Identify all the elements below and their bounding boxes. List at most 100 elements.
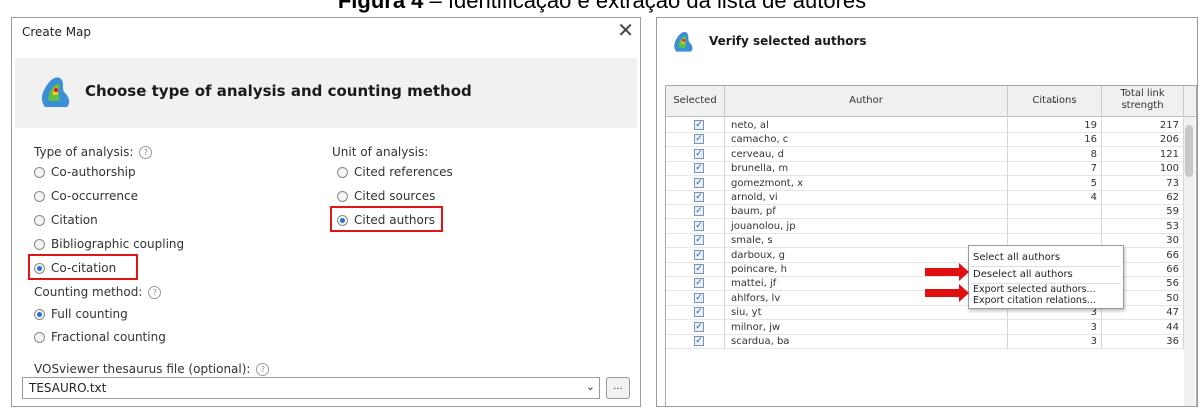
checkbox[interactable]: ✓	[694, 120, 704, 130]
table-row[interactable]: ✓ arnold, vi 4 62	[666, 190, 1196, 205]
author-cell: cerveau, d	[725, 146, 1008, 162]
table-row[interactable]: ✓ scardua, ba 3 36	[666, 334, 1196, 349]
counting-method-label: Counting method:?	[34, 285, 162, 299]
checkbox[interactable]: ✓	[694, 177, 704, 188]
checkbox[interactable]: ✓	[694, 321, 704, 332]
help-icon[interactable]: ?	[148, 286, 162, 299]
menu-item-export-selected[interactable]: Export selected authors...	[973, 284, 1096, 295]
column-header-total-link-strength[interactable]: Total link strength	[1102, 86, 1184, 116]
radio-bibliographic-coupling[interactable]: Bibliographic coupling	[34, 237, 184, 251]
selected-cell: ✓	[666, 262, 725, 277]
author-cell: brunella, m	[725, 161, 1008, 177]
menu-item-deselect-all[interactable]: Deselect all authors	[973, 269, 1073, 280]
author-cell: baum, pf	[725, 204, 1008, 220]
author-cell: siu, yt	[725, 305, 1008, 321]
dialog-header: Verify selected authors	[657, 18, 1197, 78]
create-map-dialog: Create Map ✕ Choose type of analysis and…	[11, 17, 641, 407]
selected-cell: ✓	[666, 132, 725, 148]
checkbox[interactable]: ✓	[694, 134, 704, 145]
citations-cell: 8	[1008, 146, 1102, 162]
strength-cell: 73	[1102, 175, 1184, 191]
selected-cell: ✓	[666, 290, 725, 306]
thesaurus-value: TESAURO.txt	[29, 381, 107, 395]
column-header-author[interactable]: Author	[725, 86, 1008, 116]
unit-of-analysis-label: Unit of analysis:	[332, 145, 429, 159]
strength-cell: 36	[1102, 334, 1184, 349]
table-row[interactable]: ✓ brunella, m 7 100	[666, 161, 1196, 177]
table-row[interactable]: ✓ cerveau, d 8 121	[666, 146, 1196, 162]
citations-cell: 4	[1008, 190, 1102, 205]
author-cell: arnold, vi	[725, 190, 1008, 205]
citations-cell: 16	[1008, 132, 1102, 148]
citations-cell: 7	[1008, 161, 1102, 177]
strength-cell: 206	[1102, 132, 1184, 148]
vosviewer-logo-icon	[41, 77, 70, 107]
author-cell: milnor, jw	[725, 319, 1008, 335]
checkbox[interactable]: ✓	[694, 206, 704, 217]
table-row[interactable]: ✓ jouanolou, jp 53	[666, 218, 1196, 234]
browse-button[interactable]: ...	[606, 377, 630, 399]
checkbox[interactable]: ✓	[694, 307, 704, 318]
highlight-box	[28, 254, 138, 280]
close-icon[interactable]: ✕	[617, 19, 634, 41]
annotation-arrow	[925, 284, 969, 302]
help-icon[interactable]: ?	[139, 146, 153, 159]
thesaurus-label: VOSviewer thesaurus file (optional):?	[34, 362, 270, 376]
strength-cell: 44	[1102, 319, 1184, 335]
checkbox[interactable]: ✓	[694, 163, 704, 174]
citations-cell: 5	[1008, 175, 1102, 191]
selected-cell: ✓	[666, 175, 725, 191]
author-cell: smale, s	[725, 233, 1008, 249]
checkbox[interactable]: ✓	[694, 235, 704, 246]
chevron-down-icon[interactable]: ⌄	[586, 380, 595, 393]
citations-cell	[1008, 204, 1102, 220]
context-menu: Select all authors Deselect all authors …	[968, 245, 1124, 309]
menu-item-select-all[interactable]: Select all authors	[973, 252, 1060, 263]
selected-cell: ✓	[666, 190, 725, 205]
table-row[interactable]: ✓ baum, pf 59	[666, 204, 1196, 220]
radio-fractional-counting[interactable]: Fractional counting	[34, 330, 166, 344]
radio-cited-references[interactable]: Cited references	[337, 165, 453, 179]
menu-separator	[971, 266, 1121, 267]
radio-co-authorship[interactable]: Co-authorship	[34, 165, 136, 179]
checkbox[interactable]: ✓	[694, 336, 704, 346]
table-row[interactable]: ✓ neto, al 19 217	[666, 118, 1196, 133]
checkbox[interactable]: ✓	[694, 148, 704, 159]
help-icon[interactable]: ?	[256, 363, 270, 376]
vertical-scrollbar[interactable]	[1184, 117, 1195, 406]
author-cell: scardua, ba	[725, 334, 1008, 349]
checkbox[interactable]: ✓	[694, 220, 704, 231]
strength-cell: 53	[1102, 218, 1184, 234]
selected-cell: ✓	[666, 146, 725, 162]
title-bar: Create Map ✕	[12, 18, 640, 46]
checkbox[interactable]: ✓	[694, 278, 704, 289]
radio-cited-sources[interactable]: Cited sources	[337, 189, 435, 203]
radio-co-occurrence[interactable]: Co-occurrence	[34, 189, 138, 203]
scrollbar-thumb[interactable]	[1185, 125, 1193, 177]
radio-full-counting[interactable]: Full counting	[34, 307, 128, 321]
strength-cell: 121	[1102, 146, 1184, 162]
type-of-analysis-label: Type of analysis:?	[34, 145, 153, 159]
checkbox[interactable]: ✓	[694, 192, 704, 202]
citations-cell: 3	[1008, 334, 1102, 349]
sort-desc-icon: ⌄	[1050, 95, 1059, 106]
radio-citation[interactable]: Citation	[34, 213, 98, 227]
selected-cell: ✓	[666, 305, 725, 321]
caption-figure-number: Figura 4	[337, 0, 424, 13]
column-header-selected[interactable]: Selected	[666, 86, 725, 116]
citations-cell: 3	[1008, 319, 1102, 335]
author-cell: gomezmont, x	[725, 175, 1008, 191]
column-header-citations[interactable]: Citations ⌄	[1008, 86, 1102, 116]
menu-item-export-citation-relations[interactable]: Export citation relations...	[973, 295, 1096, 306]
table-row[interactable]: ✓ milnor, jw 3 44	[666, 319, 1196, 335]
table-row[interactable]: ✓ gomezmont, x 5 73	[666, 175, 1196, 191]
table-header: Selected Author Citations ⌄ Total link s…	[666, 86, 1196, 117]
thesaurus-file-select[interactable]: TESAURO.txt ⌄	[22, 377, 600, 399]
checkbox[interactable]: ✓	[694, 264, 704, 274]
window-title: Create Map	[22, 25, 92, 39]
dialog-heading: Verify selected authors	[709, 34, 867, 48]
table-row[interactable]: ✓ camacho, c 16 206	[666, 132, 1196, 148]
citations-cell	[1008, 218, 1102, 234]
checkbox[interactable]: ✓	[694, 249, 704, 260]
checkbox[interactable]: ✓	[694, 292, 704, 303]
